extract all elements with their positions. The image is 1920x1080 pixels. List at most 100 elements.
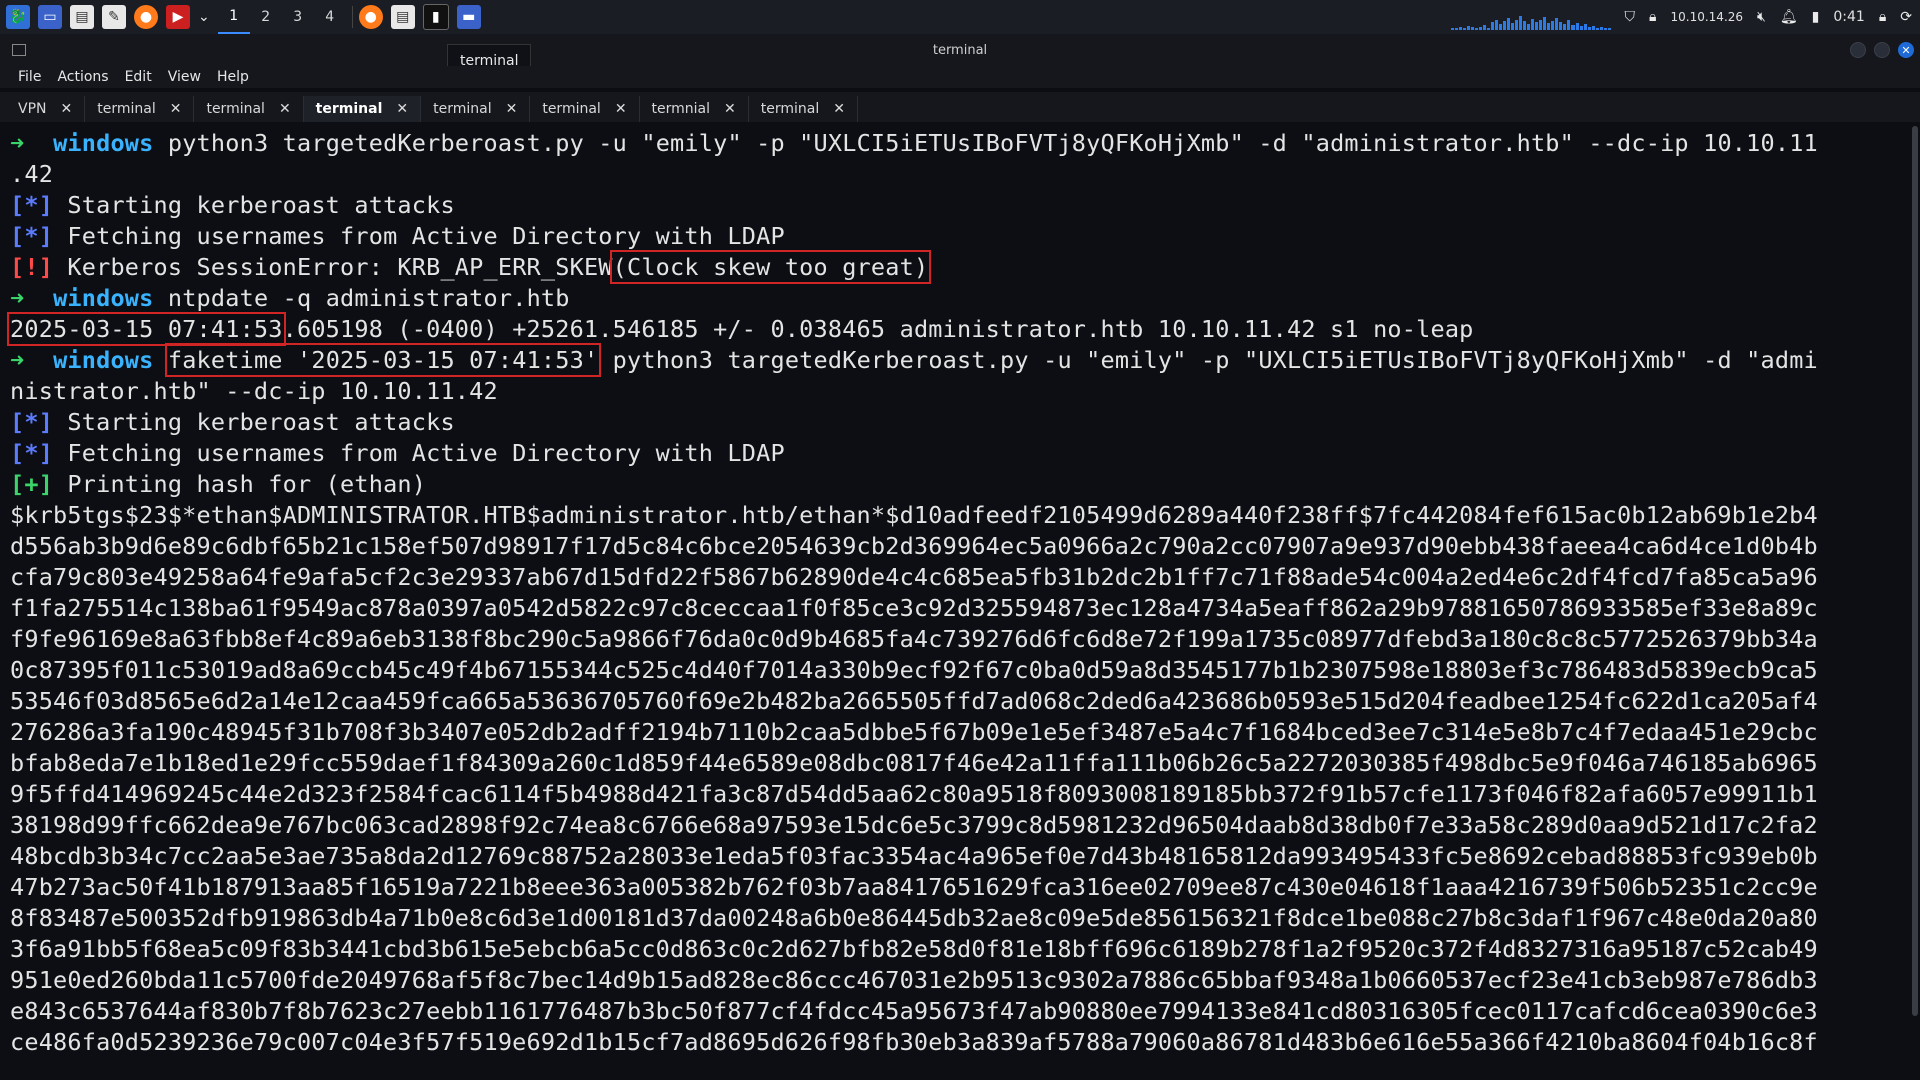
workspace-2[interactable]: 2 [250,0,282,34]
desktop-icon[interactable]: ▭ [38,5,62,29]
workspace-switcher: 1 2 3 4 [217,0,346,34]
vpn-ip-label: 10.10.14.26 [1670,10,1744,24]
maximize-button[interactable] [1874,42,1890,58]
window-menu-icon[interactable] [12,44,26,56]
file-manager-icon[interactable]: ▤ [70,5,94,29]
menu-actions[interactable]: Actions [49,69,116,85]
tab-label: terminal [315,101,383,117]
hash-line: f1fa275514c138ba61f9549ac878a0397a0542d5… [10,594,1818,622]
menu-help[interactable]: Help [209,69,257,85]
terminal-line: [*] Fetching usernames from Active Direc… [10,221,1900,252]
tab-terminal-2[interactable]: terminal ✕ [194,96,304,122]
tab-terminal-5[interactable]: terminal ✕ [530,96,640,122]
hash-line: $krb5tgs$23$*ethan$ADMINISTRATOR.HTB$adm… [10,501,1818,529]
prompt-arrow: ➜ [10,284,25,312]
scrollbar-thumb[interactable] [1912,126,1918,1016]
vpn-shield-icon[interactable]: ⛉ [1625,9,1636,25]
tab-terminal-active[interactable]: terminal ✕ [303,96,422,122]
command-text: python3 targetedKerberoast.py -u "emily"… [167,129,1818,157]
tab-label: terminal [97,101,156,117]
menu-bar: File Actions Edit View Help [0,66,1920,88]
tab-label: terminal [760,101,820,117]
tab-termnial-6[interactable]: termnial ✕ [640,96,749,122]
firefox-running-icon[interactable]: ● [358,5,383,29]
menu-edit[interactable]: Edit [117,69,160,85]
mute-icon[interactable]: 🔇︎ [1757,9,1766,25]
terminal-line: nistrator.htb" --dc-ip 10.10.11.42 [10,377,498,405]
window-title: terminal [932,43,988,58]
tab-vpn[interactable]: VPN ✕ [6,96,86,122]
info-marker: [*] [10,408,54,436]
battery-icon[interactable]: ▮ [1812,9,1820,25]
terminal-running-icon[interactable]: ▮ [422,4,449,30]
minimize-button[interactable] [1850,42,1866,58]
kali-menu-icon[interactable]: 🐉 [6,5,30,29]
terminal-line: ➜ windows faketime '2025-03-15 07:41:53'… [10,343,1900,377]
tab-close-icon[interactable]: ✕ [61,101,73,117]
clock[interactable]: 0:41 [1833,9,1864,25]
workspace-3[interactable]: 3 [282,0,314,34]
output-text: Fetching usernames from Active Directory… [67,222,785,250]
network-graph [1450,4,1611,30]
chevron-down-icon[interactable]: ⌄ [198,9,210,25]
folder-running-icon[interactable]: ▬ [456,5,481,29]
running-apps: ● ▤ ▮ ▬ [358,4,481,30]
menu-view[interactable]: View [160,69,209,85]
workspace-4[interactable]: 4 [314,0,346,34]
highlighted-error: (Clock skew too great) [609,250,932,284]
tab-close-icon[interactable]: ✕ [279,101,291,117]
close-button[interactable]: ✕ [1898,42,1914,58]
tab-label: terminal [433,101,492,117]
success-marker: [+] [10,470,54,498]
terminal-line: [!] Kerberos SessionError: KRB_AP_ERR_SK… [10,250,1900,284]
lock-icon: 🔒︎ [1649,9,1657,25]
tab-label: termnial [651,101,711,117]
error-text: Kerberos SessionError: KRB_AP_ERR_SKEW [67,253,613,281]
tab-close-icon[interactable]: ✕ [833,101,845,117]
output-text: Starting kerberoast attacks [67,408,455,436]
hash-line: 48bcdb3b34c7cc2aa5e3ae735a8da2d12769c887… [10,842,1818,870]
lock-screen-icon[interactable]: 🔒︎ [1879,9,1886,25]
info-marker: [*] [10,222,54,250]
document-running-icon[interactable]: ▤ [390,5,415,29]
terminal-line: [*] Starting kerberoast attacks [10,190,1900,221]
window-controls: ✕ [1850,42,1914,58]
terminal-red-icon[interactable]: ▶ [166,5,190,29]
output-text: Starting kerberoast attacks [67,191,455,219]
tab-close-icon[interactable]: ✕ [170,101,182,117]
hash-line: f9fe96169e8a63fbb8ef4c89a6eb3138f8bc290c… [10,625,1818,653]
highlighted-faketime: faketime '2025-03-15 07:41:53' [164,343,602,377]
output-text: .605198 (-0400) +25261.546185 +/- 0.0384… [282,315,1474,343]
command-text: ntpdate -q administrator.htb [167,284,570,312]
terminal-output[interactable]: ➜ windows python3 targetedKerberoast.py … [0,122,1910,1080]
tab-close-icon[interactable]: ✕ [506,101,518,117]
terminal-line: .42 [10,160,54,188]
tab-terminal-4[interactable]: terminal ✕ [421,96,531,122]
firefox-icon[interactable]: ● [134,5,158,29]
notification-bell-icon[interactable]: 🔔︎ [1780,9,1798,25]
hash-line: 9f5ffd414969245c44e2d323f2584fcac6114f5b… [10,780,1818,808]
tab-close-icon[interactable]: ✕ [724,101,736,117]
info-marker: [*] [10,191,54,219]
tab-terminal-1[interactable]: terminal ✕ [85,96,195,122]
tab-bar: VPN ✕ terminal ✕ terminal ✕ terminal ✕ termi… [0,92,1920,122]
terminal-line: ➜ windows ntpdate -q administrator.htb [10,283,1900,314]
menu-file[interactable]: File [10,69,49,85]
hash-line: ce486fa0d5239236e79c007c04e3f57f519e692d… [10,1028,1818,1056]
taskbar-launchers: 🐉 ▭ ▤ ✎ ● ▶ ⌄ [6,5,210,29]
text-editor-icon[interactable]: ✎ [102,5,126,29]
hash-line: cfa79c803e49258a64fe9afa5cf2c3e29337ab67… [10,563,1818,591]
terminal-line: 2025-03-15 07:41:53.605198 (-0400) +2526… [7,312,1900,346]
output-text: Printing hash for (ethan) [67,470,427,498]
tab-label: terminal [206,101,265,117]
power-refresh-icon[interactable]: ⟳ [1900,9,1912,25]
hash-line: 3f6a91bb5f68ea5c09f83b3441cbd3b615e5ebcb… [10,935,1818,963]
prompt-arrow: ➜ [10,346,25,374]
tab-label: VPN [18,101,47,117]
taskbar-separator [351,6,353,28]
workspace-1[interactable]: 1 [217,0,250,34]
tab-terminal-7[interactable]: terminal ✕ [749,96,858,122]
tab-close-icon[interactable]: ✕ [396,101,408,117]
tab-close-icon[interactable]: ✕ [615,101,627,117]
hash-line: 47b273ac50f41b187913aa85f16519a7221b8eee… [10,873,1818,901]
